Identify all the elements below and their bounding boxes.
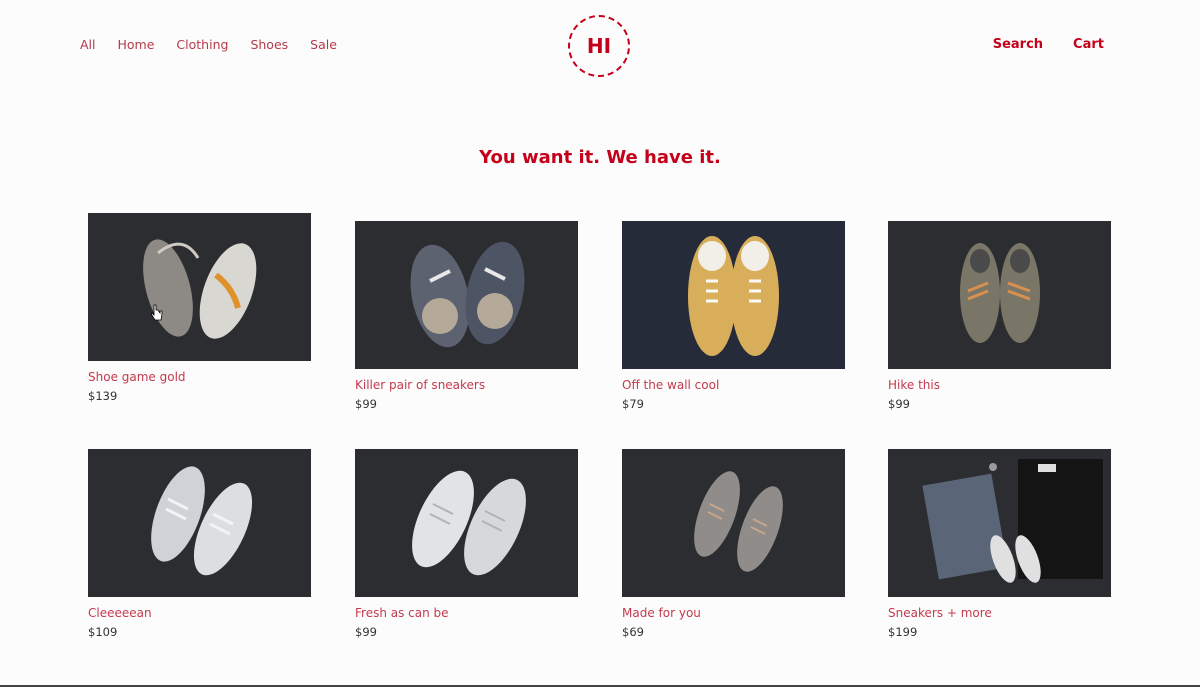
utility-nav: Search Cart bbox=[963, 37, 1104, 52]
page-title: You want it. We have it. bbox=[479, 147, 721, 169]
product-card[interactable]: Made for you $69 bbox=[622, 449, 845, 639]
product-image[interactable] bbox=[88, 213, 311, 361]
product-image[interactable] bbox=[888, 449, 1111, 597]
store-logo[interactable]: HI bbox=[568, 15, 630, 77]
product-image[interactable] bbox=[622, 449, 845, 597]
product-price: $79 bbox=[622, 397, 644, 411]
product-card[interactable]: Fresh as can be $99 bbox=[355, 449, 578, 639]
product-card[interactable]: Off the wall cool $79 bbox=[622, 221, 845, 411]
cart-link[interactable]: Cart bbox=[1073, 37, 1104, 52]
sneaker-photo bbox=[694, 471, 783, 572]
sneaker-photo bbox=[151, 466, 253, 576]
product-name[interactable]: Killer pair of sneakers bbox=[355, 378, 578, 392]
sneaker-photo bbox=[960, 243, 1040, 343]
nav-item-all[interactable]: All bbox=[80, 37, 96, 52]
nav-item-home[interactable]: Home bbox=[118, 37, 155, 52]
search-link[interactable]: Search bbox=[993, 37, 1043, 52]
product-price: $69 bbox=[622, 625, 644, 639]
product-name[interactable]: Off the wall cool bbox=[622, 378, 845, 392]
product-price: $99 bbox=[355, 397, 377, 411]
nav-item-shoes[interactable]: Shoes bbox=[250, 37, 288, 52]
product-name[interactable]: Made for you bbox=[622, 606, 845, 620]
product-price: $139 bbox=[88, 389, 118, 403]
product-card[interactable]: Sneakers + more $199 bbox=[888, 449, 1111, 639]
logo-text: HI bbox=[586, 34, 612, 58]
product-name[interactable]: Shoe game gold bbox=[88, 370, 311, 384]
product-name[interactable]: Hike this bbox=[888, 378, 1111, 392]
nav-item-sale[interactable]: Sale bbox=[310, 37, 337, 52]
product-card[interactable]: Shoe game gold $139 bbox=[88, 213, 311, 403]
product-price: $99 bbox=[888, 397, 910, 411]
product-name[interactable]: Sneakers + more bbox=[888, 606, 1111, 620]
nav-item-clothing[interactable]: Clothing bbox=[176, 37, 228, 52]
sneaker-photo bbox=[143, 239, 257, 339]
outfit-photo bbox=[922, 459, 1103, 583]
sneaker-photo bbox=[410, 241, 525, 348]
product-image[interactable] bbox=[88, 449, 311, 597]
product-image[interactable] bbox=[355, 449, 578, 597]
store-page: All Home Clothing Shoes Sale HI Search C… bbox=[0, 0, 1200, 687]
hand-pointer-cursor-icon bbox=[151, 304, 163, 321]
product-card[interactable]: Killer pair of sneakers $99 bbox=[355, 221, 578, 411]
product-card[interactable]: Hike this $99 bbox=[888, 221, 1111, 411]
product-price: $109 bbox=[88, 625, 118, 639]
product-name[interactable]: Fresh as can be bbox=[355, 606, 578, 620]
product-image[interactable] bbox=[622, 221, 845, 369]
sneaker-photo bbox=[412, 470, 526, 576]
product-image[interactable] bbox=[888, 221, 1111, 369]
sneaker-photo bbox=[622, 221, 845, 369]
product-price: $199 bbox=[888, 625, 918, 639]
product-card[interactable]: Cleeeeean $109 bbox=[88, 449, 311, 639]
product-image[interactable] bbox=[355, 221, 578, 369]
main-nav: All Home Clothing Shoes Sale bbox=[80, 37, 359, 52]
product-price: $99 bbox=[355, 625, 377, 639]
product-name[interactable]: Cleeeeean bbox=[88, 606, 311, 620]
